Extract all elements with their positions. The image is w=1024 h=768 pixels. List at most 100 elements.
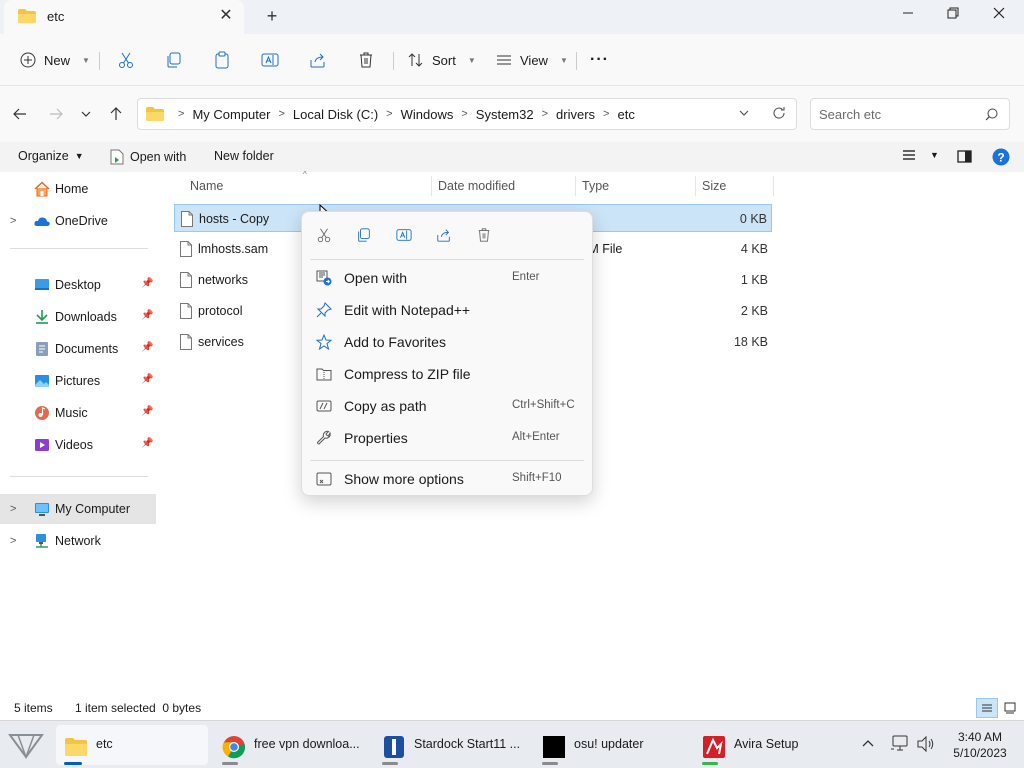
menu-item-edit-with-notepad-plus-plus[interactable]: Edit with Notepad++ [306, 295, 588, 325]
search-icon[interactable] [985, 108, 998, 121]
crumb-windows[interactable]: Windows [401, 107, 454, 122]
arrow-left-icon [13, 108, 26, 120]
pin-icon[interactable]: 📌 [141, 278, 153, 289]
view-button[interactable]: View ▼ [496, 46, 568, 74]
context-delete-button[interactable] [473, 224, 495, 246]
paste-button[interactable] [208, 46, 236, 74]
cut-button[interactable] [112, 46, 140, 74]
help-button[interactable]: ? [992, 148, 1010, 166]
documents-icon [36, 342, 48, 356]
copy-button[interactable] [160, 46, 188, 74]
nav-item-onedrive[interactable]: > OneDrive [0, 206, 156, 236]
nav-item-network[interactable]: > Network [0, 526, 156, 556]
recent-locations-button[interactable] [74, 102, 98, 126]
taskbar-item-avira-setup[interactable]: Avira Setup [694, 725, 850, 765]
nav-item-home[interactable]: Home [0, 174, 156, 204]
share-button[interactable] [304, 46, 332, 74]
column-header-type[interactable]: Type [576, 176, 696, 196]
refresh-button[interactable] [772, 106, 786, 123]
forward-button[interactable] [44, 102, 68, 126]
show-hidden-icons-button[interactable] [860, 735, 876, 754]
chevron-right-icon[interactable]: > [603, 108, 609, 120]
open-with-icon [316, 270, 332, 286]
nav-item-my-computer[interactable]: > My Computer [0, 494, 156, 524]
taskbar-item-chrome[interactable]: free vpn downloa... [214, 725, 370, 765]
nav-item-desktop[interactable]: Desktop 📌 [0, 270, 156, 300]
nav-item-documents[interactable]: Documents 📌 [0, 334, 156, 364]
menu-item-add-to-favorites[interactable]: Add to Favorites [306, 327, 588, 357]
running-indicator [702, 762, 718, 765]
column-header-name[interactable]: Name [184, 176, 432, 196]
file-icon [180, 303, 192, 319]
crumb-etc[interactable]: etc [617, 107, 634, 122]
context-cut-button[interactable] [313, 224, 335, 246]
new-folder-button[interactable]: New folder [214, 149, 274, 163]
chevron-right-icon[interactable]: > [278, 108, 284, 120]
context-copy-button[interactable] [353, 224, 375, 246]
system-clock[interactable]: 3:40 AM 5/10/2023 [948, 729, 1012, 761]
stardock-icon [384, 736, 404, 758]
delete-button[interactable] [352, 46, 380, 74]
change-view-button[interactable]: ▼ [902, 149, 939, 161]
open-with-button[interactable]: Open with [110, 149, 186, 165]
large-icons-view-toggle[interactable] [1000, 698, 1020, 718]
search-input[interactable] [819, 105, 979, 123]
help-icon: ? [992, 148, 1010, 166]
file-name: hosts - Copy [199, 212, 270, 226]
restore-button[interactable] [930, 0, 976, 30]
taskbar-item-explorer[interactable]: etc [56, 725, 208, 765]
chevron-right-icon[interactable]: > [542, 108, 548, 120]
new-tab-button[interactable]: + [262, 6, 282, 26]
menu-item-open-with[interactable]: Open with Enter [306, 263, 588, 293]
menu-item-show-more-options[interactable]: Show more options Shift+F10 [306, 464, 588, 494]
menu-item-properties[interactable]: Properties Alt+Enter [306, 423, 588, 453]
crumb-drivers[interactable]: drivers [556, 107, 595, 122]
crumb-my-computer[interactable]: My Computer [192, 107, 270, 122]
up-button[interactable] [104, 102, 128, 126]
chevron-right-icon[interactable]: > [386, 108, 392, 120]
sort-button[interactable]: Sort ▼ [408, 46, 476, 74]
pin-icon[interactable]: 📌 [141, 438, 153, 449]
pin-icon[interactable]: 📌 [141, 374, 153, 385]
menu-item-compress-to-zip[interactable]: Compress to ZIP file [306, 359, 588, 389]
details-view-toggle[interactable] [976, 698, 998, 718]
network-status-button[interactable] [890, 735, 910, 756]
minimize-button[interactable] [885, 0, 931, 30]
menu-item-copy-as-path[interactable]: Copy as path Ctrl+Shift+C [306, 391, 588, 421]
crumb-local-disk[interactable]: Local Disk (C:) [293, 107, 378, 122]
nav-item-downloads[interactable]: Downloads 📌 [0, 302, 156, 332]
column-header-date-modified[interactable]: Date modified [432, 176, 576, 196]
preview-pane-button[interactable] [957, 150, 972, 163]
more-options-button[interactable]: ··· [590, 46, 609, 74]
close-window-button[interactable] [976, 0, 1022, 30]
volume-button[interactable] [916, 735, 936, 756]
address-bar[interactable]: > My Computer > Local Disk (C:) > Window… [137, 98, 797, 130]
pin-icon[interactable]: 📌 [141, 406, 153, 417]
nav-item-music[interactable]: Music 📌 [0, 398, 156, 428]
minimize-icon [903, 12, 913, 14]
nav-item-videos[interactable]: Videos 📌 [0, 430, 156, 460]
chevron-right-icon[interactable]: > [10, 503, 22, 515]
tab-etc[interactable]: etc ✕ [4, 0, 244, 34]
close-tab-button[interactable]: ✕ [216, 6, 236, 26]
crumb-system32[interactable]: System32 [476, 107, 534, 122]
context-share-button[interactable] [433, 224, 455, 246]
new-button[interactable]: New ▼ [20, 46, 90, 74]
start-button[interactable] [6, 727, 46, 763]
column-header-size[interactable]: Size [696, 176, 774, 196]
address-history-button[interactable] [738, 107, 750, 122]
chevron-right-icon[interactable]: > [10, 535, 22, 547]
nav-item-pictures[interactable]: Pictures 📌 [0, 366, 156, 396]
chevron-right-icon[interactable]: > [10, 215, 22, 227]
pin-icon[interactable]: 📌 [141, 310, 153, 321]
chevron-right-icon[interactable]: > [461, 108, 467, 120]
context-rename-button[interactable] [393, 224, 415, 246]
taskbar-item-stardock-start11[interactable]: Stardock Start11 ... [374, 725, 530, 765]
taskbar-item-osu-updater[interactable]: osu! updater [534, 725, 690, 765]
rename-button[interactable] [256, 46, 284, 74]
back-button[interactable] [8, 102, 32, 126]
file-size: 2 KB [740, 304, 768, 318]
pin-icon[interactable]: 📌 [141, 342, 153, 353]
search-box[interactable] [810, 98, 1010, 130]
organize-button[interactable]: Organize ▼ [18, 149, 84, 163]
